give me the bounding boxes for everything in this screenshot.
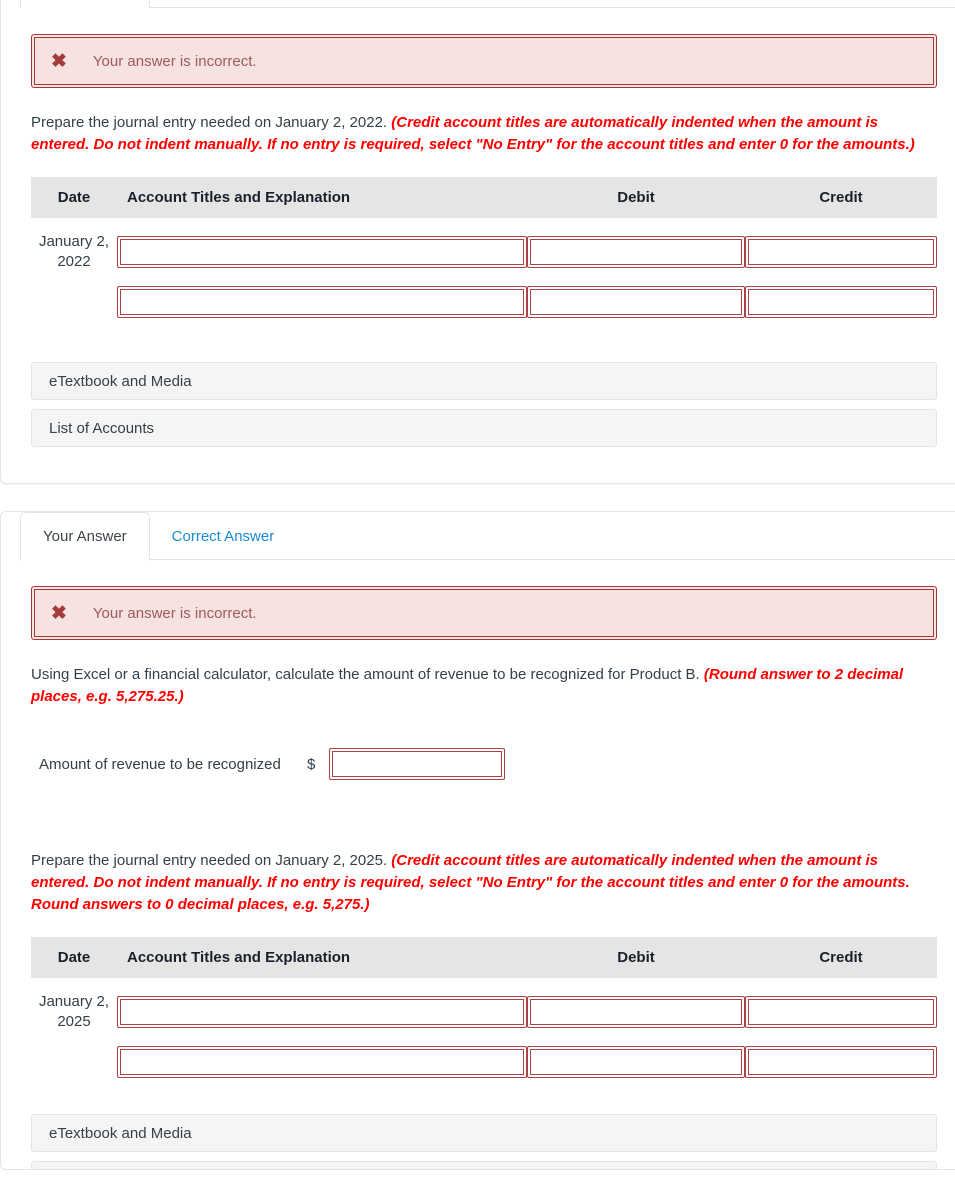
- assignment-page: Your AnswerCorrect Answer (Used) ✖ Your …: [0, 0, 955, 1170]
- currency-symbol: $: [307, 755, 316, 773]
- header-debit-1: Debit: [527, 177, 745, 218]
- prompt-plain-1: Prepare the journal entry needed on Janu…: [31, 114, 388, 131]
- error-x-icon: ✖: [51, 602, 67, 624]
- debit-cell-1: [527, 218, 745, 272]
- account-cell-1: [117, 218, 527, 272]
- journal-entry-table-2: Date Account Titles and Explanation Debi…: [31, 937, 937, 1096]
- header-credit-2: Credit: [745, 937, 937, 978]
- prompt-journal-entry-1: Prepare the journal entry needed on Janu…: [31, 112, 936, 156]
- debit-input-1-1[interactable]: [527, 236, 745, 268]
- table-row: January 2, 2022: [31, 218, 937, 272]
- credit-input-1-2[interactable]: [745, 286, 937, 318]
- etextbook-and-media-label-1: eTextbook and Media: [49, 372, 192, 390]
- journal-entry-table-1: Date Account Titles and Explanation Debi…: [31, 177, 937, 336]
- etextbook-and-media-label-2: eTextbook and Media: [49, 1124, 192, 1142]
- prompt-excel-calculation: Using Excel or a financial calculator, c…: [31, 664, 936, 708]
- header-debit-2: Debit: [527, 937, 745, 978]
- credit-cell-3: [745, 978, 937, 1032]
- debit-cell-4: [527, 1032, 745, 1096]
- table-header-row: Date Account Titles and Explanation Debi…: [31, 937, 937, 978]
- header-account-2: Account Titles and Explanation: [117, 937, 527, 978]
- account-title-input-2-2[interactable]: [117, 1046, 527, 1078]
- date-cell-3: January 2, 2025: [38, 993, 110, 1030]
- incorrect-alert-2: ✖ Your answer is incorrect.: [31, 586, 937, 640]
- error-x-icon: ✖: [51, 50, 67, 72]
- tab-your-answer-2[interactable]: Your Answer: [20, 512, 150, 561]
- debit-cell-2: [527, 272, 745, 336]
- account-cell-4: [117, 1032, 527, 1096]
- etextbook-and-media-accordion-1[interactable]: eTextbook and Media: [31, 362, 937, 400]
- credit-input-2-2[interactable]: [745, 1046, 937, 1078]
- debit-input-2-2[interactable]: [527, 1046, 745, 1078]
- date-cell-1: January 2, 2022: [38, 233, 110, 270]
- account-title-input-1-2[interactable]: [117, 286, 527, 318]
- date-cell-2: [31, 272, 117, 336]
- date-cell-4: [31, 1032, 117, 1096]
- account-title-input-1-1[interactable]: [117, 236, 527, 268]
- tab-correct-answer-2[interactable]: Correct Answer: [150, 513, 297, 560]
- debit-input-2-1[interactable]: [527, 996, 745, 1028]
- table-row: [31, 272, 937, 336]
- credit-input-2-1[interactable]: [745, 996, 937, 1028]
- header-account-1: Account Titles and Explanation: [117, 177, 527, 218]
- list-of-accounts-accordion-1[interactable]: List of Accounts: [31, 409, 937, 447]
- tab-bar-2: Your Answer Correct Answer: [1, 512, 955, 561]
- prompt-plain-2: Prepare the journal entry needed on Janu…: [31, 852, 388, 869]
- question-panel-1: Your AnswerCorrect Answer (Used) ✖ Your …: [0, 0, 955, 484]
- credit-cell-4: [745, 1032, 937, 1096]
- tab-correct-answer-1[interactable]: Correct Answer (Used): [150, 0, 346, 8]
- debit-cell-3: [527, 978, 745, 1032]
- prompt-journal-entry-2: Prepare the journal entry needed on Janu…: [31, 850, 936, 916]
- etextbook-and-media-accordion-2[interactable]: eTextbook and Media: [31, 1114, 937, 1152]
- header-date-1: Date: [31, 177, 117, 218]
- account-title-input-2-1[interactable]: [117, 996, 527, 1028]
- amount-of-revenue-input[interactable]: [329, 748, 506, 780]
- question-panel-2: Your Answer Correct Answer ✖ Your answer …: [0, 511, 955, 1170]
- tab-your-answer-1[interactable]: Your Answer: [20, 0, 150, 8]
- header-credit-1: Credit: [745, 177, 937, 218]
- credit-input-1-1[interactable]: [745, 236, 937, 268]
- debit-input-1-2[interactable]: [527, 286, 745, 318]
- list-of-accounts-label-1: List of Accounts: [49, 419, 155, 437]
- header-date-2: Date: [31, 937, 117, 978]
- incorrect-alert-1: ✖ Your answer is incorrect.: [31, 34, 937, 88]
- list-of-accounts-accordion-2[interactable]: [31, 1161, 937, 1169]
- amount-of-revenue-label: Amount of revenue to be recognized: [39, 755, 281, 773]
- account-cell-2: [117, 272, 527, 336]
- incorrect-alert-text-1: Your answer is incorrect.: [92, 52, 257, 70]
- amount-of-revenue-row: Amount of revenue to be recognized $: [1, 748, 955, 780]
- credit-cell-2: [745, 272, 937, 336]
- tab-bar-1: Your AnswerCorrect Answer (Used): [1, 0, 955, 8]
- incorrect-alert-text-2: Your answer is incorrect.: [92, 604, 257, 622]
- table-row: January 2, 2025: [31, 978, 937, 1032]
- table-header-row: Date Account Titles and Explanation Debi…: [31, 177, 937, 218]
- account-cell-3: [117, 978, 527, 1032]
- prompt-excel-plain: Using Excel or a financial calculator, c…: [31, 666, 700, 683]
- table-row: [31, 1032, 937, 1096]
- credit-cell-1: [745, 218, 937, 272]
